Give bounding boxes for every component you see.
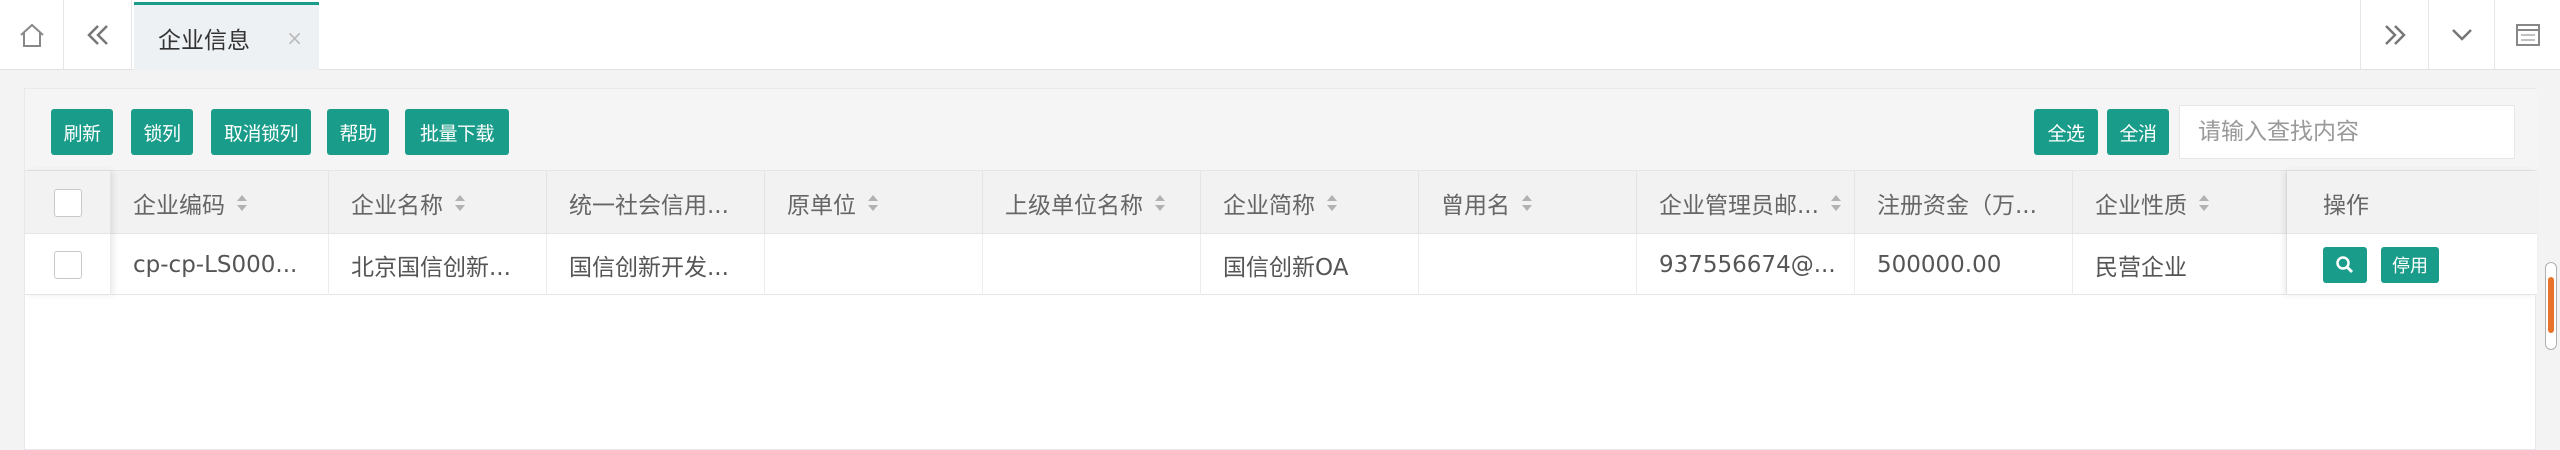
double-right-icon [2384,25,2406,45]
vertical-scrollbar[interactable] [2545,262,2557,350]
column-label: 上级单位名称 [1005,192,1143,219]
tab-menu-button[interactable] [2428,0,2494,70]
toolbar: 刷新 锁列 取消锁列 帮助 批量下载 全选 全消 请输入查找内容 [25,89,2537,171]
help-button[interactable]: 帮助 [327,109,389,155]
column-label: 原单位 [787,192,856,219]
refresh-button[interactable]: 刷新 [51,109,113,155]
cell-capital: 500000.00 [1855,234,2073,295]
batch-download-button[interactable]: 批量下载 [405,109,509,155]
column-header-capital[interactable]: 注册资金（万... [1855,171,2073,234]
deselect-all-button[interactable]: 全消 [2107,109,2169,155]
column-label: 企业名称 [351,192,443,219]
column-label: 操作 [2323,192,2369,219]
sort-icon[interactable] [868,194,878,211]
column-label: 曾用名 [1441,192,1510,219]
scrollbar-thumb[interactable] [2548,277,2554,333]
column-header-parent-unit[interactable]: 上级单位名称 [983,171,1201,234]
column-label: 企业性质 [2095,192,2187,219]
chevron-down-icon [2451,29,2472,41]
main-panel: 刷新 锁列 取消锁列 帮助 批量下载 全选 全消 请输入查找内容 企业编码 企业… [24,88,2537,450]
column-header-admin-email[interactable]: 企业管理员邮... [1637,171,1855,234]
cell-name: 北京国信创新... [329,234,547,295]
column-header-credit-code[interactable]: 统一社会信用... [547,171,765,234]
cell-original-unit [765,234,983,295]
cell-actions: 停用 [2287,234,2537,295]
sort-icon[interactable] [1155,194,1165,211]
sort-icon[interactable] [237,194,247,211]
fullscreen-button[interactable] [2494,0,2560,70]
column-header-name[interactable]: 企业名称 [329,171,547,234]
sort-icon[interactable] [1522,194,1532,211]
tab-enterprise-info[interactable]: 企业信息 × [134,2,319,70]
home-button[interactable] [0,0,64,70]
disable-button[interactable]: 停用 [2381,246,2439,283]
column-label: 企业简称 [1223,192,1315,219]
cell-parent-unit [983,234,1201,295]
scroll-tabs-right-button[interactable] [2360,0,2428,70]
column-label: 企业管理员邮... [1659,192,1819,219]
column-header-code[interactable]: 企业编码 [111,171,329,234]
tab-close-icon[interactable]: × [286,26,303,50]
sort-icon[interactable] [455,194,465,211]
column-label: 注册资金（万... [1877,192,2037,219]
search-input[interactable]: 请输入查找内容 [2179,105,2515,159]
sort-icon[interactable] [2199,194,2209,211]
column-header-former-name[interactable]: 曾用名 [1419,171,1637,234]
window-icon [2515,24,2540,46]
column-label: 统一社会信用... [569,192,729,219]
scroll-tabs-left-button[interactable] [64,0,132,70]
row-checkbox[interactable] [53,250,82,279]
unlock-column-button[interactable]: 取消锁列 [211,109,311,155]
search-icon [2336,255,2354,273]
sort-icon[interactable] [1327,194,1337,211]
column-label: 企业编码 [133,192,225,219]
tab-label: 企业信息 [158,27,250,54]
column-header-actions: 操作 [2287,171,2537,234]
column-header-nature[interactable]: 企业性质 [2073,171,2287,234]
lock-column-button[interactable]: 锁列 [131,109,193,155]
cell-code: cp-cp-LS000... [111,234,329,295]
select-all-checkbox-cell [25,171,111,234]
table-header: 企业编码 企业名称 统一社会信用... 原单位 上级单位名称 企业简称 曾用名 … [25,171,2537,234]
cell-short-name: 国信创新OA [1201,234,1419,295]
view-button[interactable] [2323,246,2367,283]
sort-icon[interactable] [1830,194,1841,211]
cell-nature: 民营企业 [2073,234,2287,295]
row-checkbox-cell [25,234,111,295]
table-row[interactable]: cp-cp-LS000... 北京国信创新... 国信创新开发... 国信创新O… [25,234,2537,295]
home-icon [19,23,44,47]
cell-admin-email: 937556674@... [1637,234,1855,295]
tab-bar: 企业信息 × [0,0,2560,70]
column-header-short-name[interactable]: 企业简称 [1201,171,1419,234]
column-header-original-unit[interactable]: 原单位 [765,171,983,234]
cell-former-name [1419,234,1637,295]
cell-credit-code: 国信创新开发... [547,234,765,295]
select-all-checkbox[interactable] [53,188,82,217]
select-all-button[interactable]: 全选 [2034,109,2098,155]
double-left-icon [86,25,108,45]
